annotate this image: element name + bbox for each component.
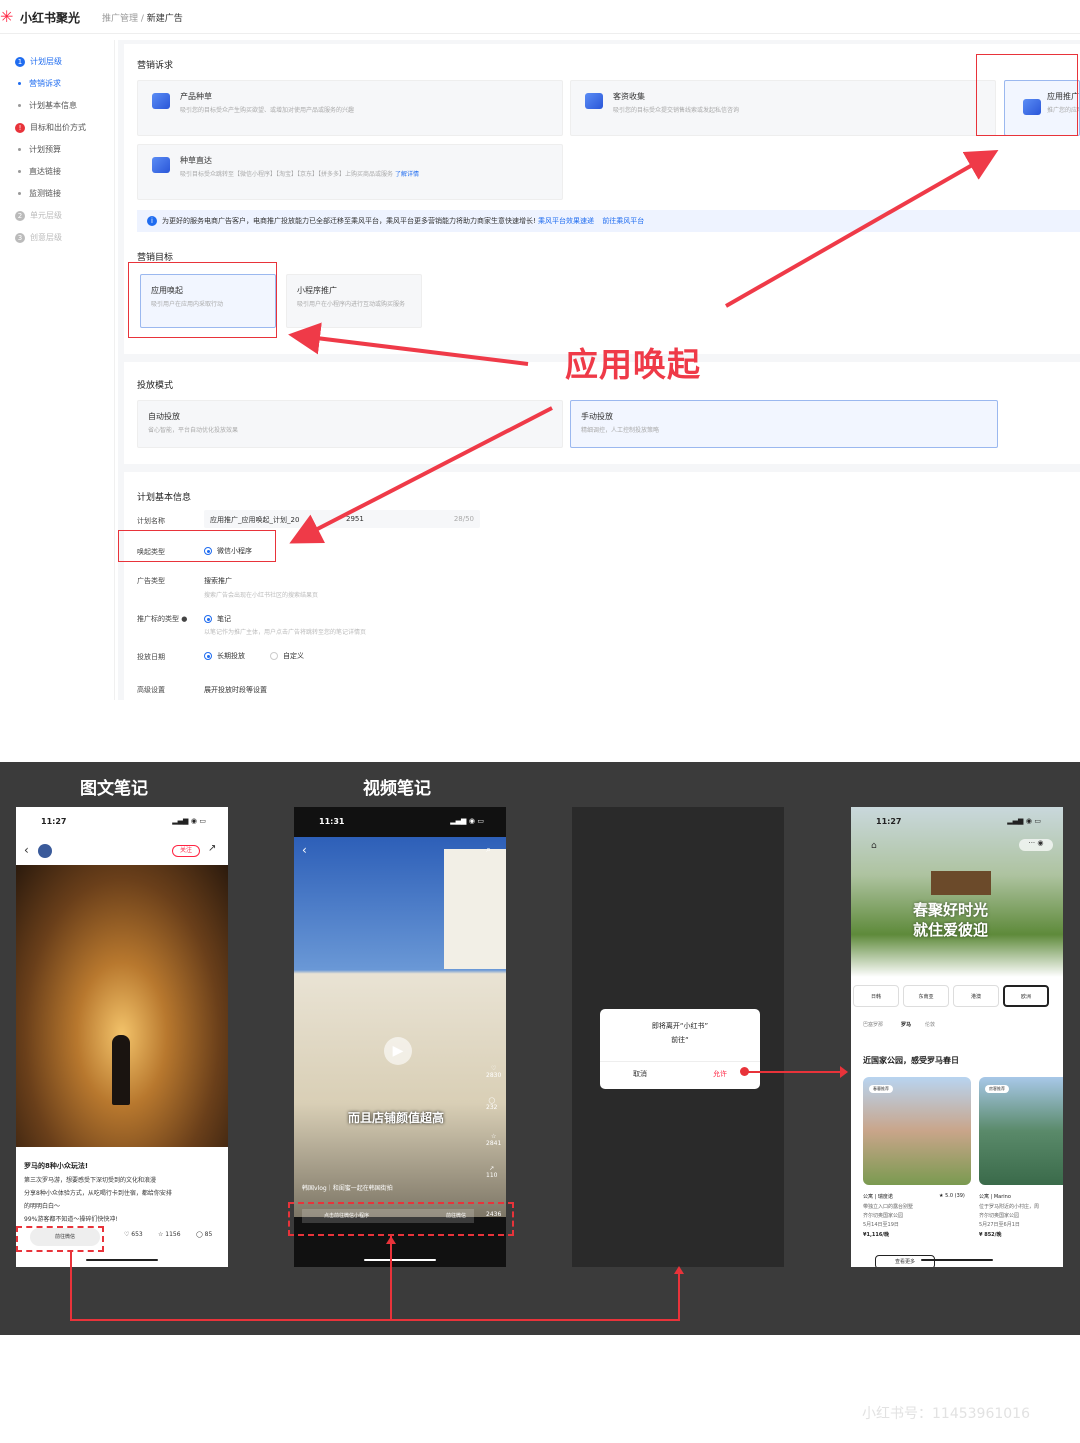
listing-2-price: ¥ 852/晚 — [979, 1232, 1002, 1238]
avatar[interactable] — [38, 844, 52, 858]
note-cover-image[interactable] — [16, 865, 228, 1147]
more-button[interactable]: 查看更多 — [875, 1255, 935, 1267]
signal-icon: ▂▄▆ ◉ ▭ — [450, 817, 484, 825]
listing-image-1[interactable]: 春暮推荐 — [863, 1077, 971, 1185]
home-indicator — [86, 1259, 158, 1261]
city-tab[interactable]: 巴塞罗那 — [863, 1021, 883, 1028]
capsule-menu[interactable]: ··· ◉ — [1019, 839, 1053, 851]
count-3[interactable]: ☆ 2841 — [486, 1133, 501, 1147]
video-desc: 韩国vlog｜和闺蜜一起在韩国街拍 — [302, 1185, 393, 1192]
listing-image-2[interactable]: 房客推荐 — [979, 1077, 1063, 1185]
listing-1-rating: ★ 5.0 (39) — [939, 1193, 965, 1199]
arrow-to-app-invoke — [288, 322, 529, 366]
home-indicator — [921, 1259, 993, 1261]
flow-line-to-mini — [745, 1071, 845, 1073]
count-2[interactable]: ◯ 232 — [486, 1097, 497, 1111]
lodge-building — [931, 871, 991, 895]
listing-tag: 房客推荐 — [985, 1085, 1009, 1093]
flow-arrow-up-icon — [674, 1266, 684, 1274]
listing-2-type: 公寓 | Marino — [979, 1194, 1011, 1200]
dialog-divider — [600, 1061, 760, 1062]
note-title: 罗马的8种小众玩法! — [24, 1162, 89, 1170]
phone-leave-dialog: 即将离开“小红书” 前往“ 取消 允许 — [572, 807, 784, 1267]
follow-button[interactable]: 关注 — [172, 845, 200, 857]
dialog-line-2: 前往“ — [671, 1036, 689, 1044]
comment-count[interactable]: ◯ 85 — [196, 1231, 212, 1238]
region-tab-active[interactable]: 欧洲 — [1003, 985, 1049, 1007]
section-title: 近国家公园，感受罗马春日 — [863, 1056, 959, 1065]
back-icon[interactable]: ‹ — [24, 843, 29, 857]
count-1[interactable]: ♡ 2830 — [486, 1065, 501, 1079]
video-caption: 而且店铺颜值超高 — [348, 1111, 445, 1125]
listing-1-price: ¥1,116/晚 — [863, 1232, 890, 1238]
watermark: 小红书号：11453961016 — [862, 1406, 1030, 1422]
banner-line-1: 春聚好时光 — [913, 901, 989, 919]
phone-image-note: 11:27 ▂▄▆ ◉ ▭ ‹ 关注 ↗ 罗马的8种小众玩法! 第三次罗马游，想要… — [16, 807, 228, 1267]
leave-dialog: 即将离开“小红书” 前往“ 取消 允许 — [600, 1009, 760, 1089]
annotation-arrows — [288, 150, 999, 544]
arrow-to-invoke-type — [289, 406, 553, 544]
region-tab[interactable]: 港澳 — [953, 985, 999, 1007]
star-count[interactable]: ☆ 1156 — [158, 1231, 181, 1238]
listing-tag: 春暮推荐 — [869, 1085, 893, 1093]
home-indicator — [364, 1259, 436, 1261]
storefront-wall — [444, 849, 506, 969]
phone-video-note: 11:31 ▂▄▆ ◉ ▭ ▶ ‹ ⌕ 而且店铺颜值超高 ♡ 2830 ◯ 232 ☆… — [294, 807, 506, 1267]
flow-line-bottom — [70, 1319, 680, 1321]
flow-arrow-up-icon — [386, 1236, 396, 1244]
callout-app-invoke: 应用唤起 — [565, 345, 701, 384]
video-frame[interactable]: ▶ — [294, 837, 506, 1217]
person-figure — [112, 1035, 130, 1105]
search-icon[interactable]: ⌕ — [486, 845, 491, 855]
region-tab[interactable]: 东南亚 — [903, 985, 949, 1007]
city-tab-active[interactable]: 罗马 — [901, 1021, 911, 1028]
listing-1-type: 公寓 | 瑞度诺 — [863, 1194, 893, 1200]
highlight-dashed-cta-1 — [16, 1226, 104, 1252]
airbnb-logo-icon: ⌂ — [871, 841, 877, 851]
phone-mini-program: 11:27 ▂▄▆ ◉ ▭ ⌂ ··· ◉ 春聚好时光 就住爱彼迎 日韩 东南亚 … — [851, 807, 1063, 1267]
status-time: 11:27 — [876, 817, 902, 826]
flow-arrow-icon — [840, 1066, 848, 1078]
banner-line-2: 就住爱彼迎 — [913, 921, 989, 939]
status-time: 11:31 — [319, 817, 345, 826]
count-4[interactable]: ↗ 110 — [486, 1165, 497, 1179]
city-tab[interactable]: 伦敦 — [925, 1021, 935, 1028]
signal-icon: ▂▄▆ ◉ ▭ — [172, 817, 206, 825]
play-icon[interactable]: ▶ — [384, 1037, 412, 1065]
region-tab[interactable]: 日韩 — [853, 985, 899, 1007]
back-icon[interactable]: ‹ — [302, 843, 307, 857]
signal-icon: ▂▄▆ ◉ ▭ — [1007, 817, 1041, 825]
flow-line-1 — [70, 1250, 72, 1320]
note-body-3: 的明明白白～ — [24, 1203, 61, 1210]
heading-video-note: 视频笔记 — [363, 779, 431, 799]
listing-1-desc-2: 齐尔切奥国家公园 — [863, 1213, 904, 1219]
status-bar: 11:27 ▂▄▆ ◉ ▭ — [16, 807, 228, 833]
listing-1-desc-1: 带独立入口的露台别墅 — [863, 1204, 914, 1210]
dialog-cancel-button[interactable]: 取消 — [600, 1069, 680, 1079]
flow-line-2 — [390, 1236, 392, 1320]
like-count[interactable]: ♡ 653 — [124, 1231, 143, 1238]
listing-2-desc-1: 位于罗马附近的小村庄，周 — [979, 1204, 1040, 1210]
listing-2-dates: 5月27日至6月1日 — [979, 1222, 1020, 1228]
highlight-dashed-cta-2 — [288, 1202, 514, 1236]
flow-line-up — [678, 1270, 680, 1321]
note-body-2: 分享8种小众体验方式，从吃喝行卡到住宿，都给你安排 — [24, 1190, 172, 1197]
status-time: 11:27 — [41, 817, 67, 826]
heading-image-note: 图文笔记 — [80, 779, 148, 799]
share-icon[interactable]: ↗ — [208, 843, 216, 854]
arrow-to-app-promo — [725, 150, 999, 308]
status-bar: 11:27 ▂▄▆ ◉ ▭ — [851, 807, 1063, 833]
listing-2-desc-2: 齐尔切奥国家公园 — [979, 1213, 1020, 1219]
dialog-line-1: 即将离开“小红书” — [651, 1022, 709, 1030]
region-tabs: 日韩 东南亚 港澳 欧洲 — [851, 985, 1063, 1009]
status-bar: 11:31 ▂▄▆ ◉ ▭ — [294, 807, 506, 833]
note-body-4: 99%游客都不知道～操碎们快快冲! — [24, 1216, 118, 1223]
note-body-1: 第三次罗马游，想要感受下深切受到的文化和浪漫 — [24, 1177, 157, 1184]
flow-dot-icon — [740, 1067, 749, 1076]
listing-1-dates: 5月14日至19日 — [863, 1222, 899, 1228]
